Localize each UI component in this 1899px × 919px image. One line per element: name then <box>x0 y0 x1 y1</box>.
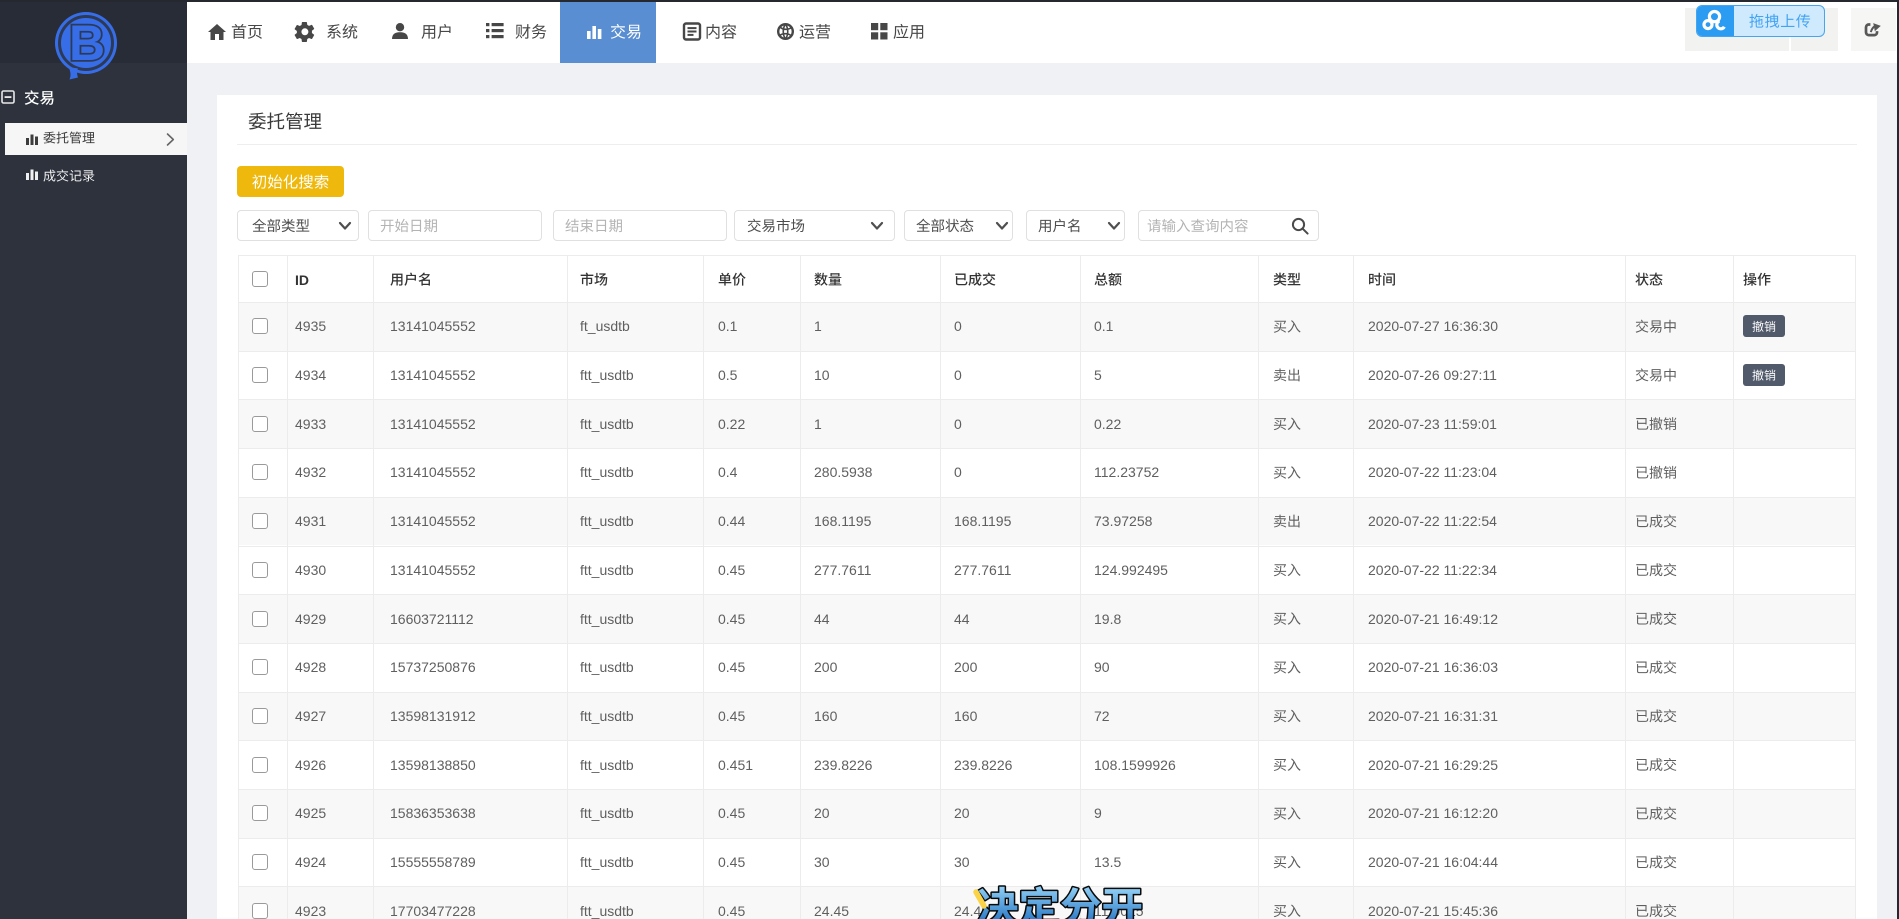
svg-text:B: B <box>69 15 105 71</box>
